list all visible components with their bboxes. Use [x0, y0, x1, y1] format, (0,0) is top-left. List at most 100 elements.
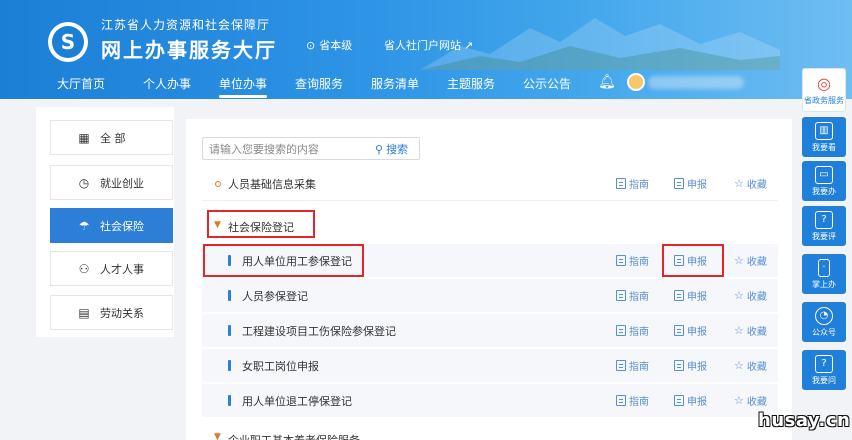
toolbar-label: 我要问: [812, 375, 836, 385]
list-item[interactable]: 用人单位退工停保登记 指南 申报 ☆ 收藏: [202, 384, 778, 418]
guide-link[interactable]: 指南: [616, 393, 649, 408]
nav-query[interactable]: 查询服务: [295, 75, 343, 92]
guide-label: 指南: [629, 257, 649, 268]
favorite-link[interactable]: ☆ 收藏: [734, 358, 767, 373]
apply-label: 申报: [687, 257, 707, 268]
list-item[interactable]: 人员基础信息采集 指南 申报 ☆ 收藏: [202, 167, 778, 201]
nav-announcements[interactable]: 公示公告: [523, 75, 571, 92]
phone-icon: ·: [818, 258, 830, 277]
avatar[interactable]: [627, 73, 645, 91]
favorite-label: 收藏: [746, 292, 767, 303]
portal-label: 省人社门户网站: [384, 39, 461, 52]
apply-label: 申报: [687, 180, 707, 191]
guide-icon: [616, 395, 626, 406]
guide-label: 指南: [629, 292, 649, 303]
category-title: 社会保险登记: [228, 221, 294, 234]
favorite-link[interactable]: ☆ 收藏: [734, 323, 767, 338]
department-name: 江苏省人力资源和社会保障厅: [101, 18, 271, 32]
favorite-label: 收藏: [746, 327, 767, 338]
category-title: 企业职工基本养老保险服务: [228, 432, 360, 440]
search-box: ⚲ 搜索: [202, 137, 420, 160]
apply-label: 申报: [687, 292, 707, 303]
apply-icon: [674, 325, 684, 336]
star-icon: ☆: [734, 289, 744, 302]
star-icon: ☆: [734, 394, 744, 407]
service-title: 人员基础信息采集: [228, 178, 316, 191]
list-item[interactable]: 女职工岗位申报 指南 申报 ☆ 收藏: [202, 349, 778, 383]
item-bar-marker: [228, 325, 231, 336]
guide-icon: [616, 325, 626, 336]
favorite-link[interactable]: ☆ 收藏: [734, 288, 767, 303]
nav-unit[interactable]: 单位办事: [219, 75, 268, 98]
site-title: 网上办事服务大厅: [101, 38, 277, 62]
category-header[interactable]: ▼ 企业职工基本养老保险服务: [202, 425, 778, 440]
toolbar-label: 我要看: [812, 142, 836, 152]
nav-topics[interactable]: 主题服务: [447, 75, 495, 92]
caret-down-icon: ▼: [214, 220, 221, 230]
watermark: husay.cn: [758, 410, 851, 431]
question-icon: ?: [815, 354, 833, 373]
apply-link[interactable]: 申报: [674, 288, 707, 303]
search-input[interactable]: [209, 141, 369, 157]
region-label: 省本级: [319, 39, 353, 52]
bell-icon[interactable]: 🔔︎: [598, 74, 616, 90]
apply-link[interactable]: 申报: [674, 253, 707, 268]
star-icon: ☆: [734, 177, 744, 190]
guide-link[interactable]: 指南: [616, 253, 649, 268]
sidebar-item-labor-relations[interactable]: ▤ 劳动关系: [50, 295, 173, 330]
rate-button[interactable]: ? 我要评: [802, 206, 846, 246]
star-icon: ☆: [734, 359, 744, 372]
list-item[interactable]: 人员参保登记 指南 申报 ☆ 收藏: [202, 279, 778, 313]
apply-link[interactable]: 申报: [674, 323, 707, 338]
logo[interactable]: S: [48, 22, 88, 62]
apply-link[interactable]: 申报: [674, 176, 707, 191]
nav-personal[interactable]: 个人办事: [143, 75, 191, 92]
region-selector[interactable]: ⊙ 省本级: [306, 37, 352, 53]
apply-label: 申报: [687, 362, 707, 373]
category-header[interactable]: ▼ 社会保险登记: [202, 210, 778, 244]
item-bar-marker: [228, 395, 231, 406]
guide-link[interactable]: 指南: [616, 358, 649, 373]
wechat-button[interactable]: ◔ 公众号: [802, 302, 846, 342]
favorite-label: 收藏: [746, 257, 767, 268]
guide-icon: [616, 290, 626, 301]
sidebar-item-employment[interactable]: ◷ 就业创业: [50, 165, 173, 200]
mobile-button[interactable]: · 掌上办: [802, 254, 846, 294]
favorite-link[interactable]: ☆ 收藏: [734, 393, 767, 408]
umbrella-icon: ☂: [78, 218, 90, 233]
guide-link[interactable]: 指南: [616, 288, 649, 303]
list-item[interactable]: 工程建设项目工伤保险参保登记 指南 申报 ☆ 收藏: [202, 314, 778, 348]
guide-link[interactable]: 指南: [616, 176, 649, 191]
grid-icon: ▦: [78, 130, 90, 145]
guide-icon: [616, 255, 626, 266]
do-button[interactable]: ▭ 我要办: [802, 161, 846, 201]
apply-link[interactable]: 申报: [674, 358, 707, 373]
apply-link[interactable]: 申报: [674, 393, 707, 408]
nav-home[interactable]: 大厅首页: [57, 75, 105, 92]
guide-link[interactable]: 指南: [616, 323, 649, 338]
view-button[interactable]: ▥ 我要看: [802, 117, 846, 157]
guide-icon: [616, 360, 626, 371]
mountain-decoration: [420, 18, 780, 70]
sidebar-item-social-insurance[interactable]: ☂ 社会保险: [50, 208, 173, 243]
favorite-label: 收藏: [746, 362, 767, 373]
guide-icon: [616, 178, 626, 189]
provincial-service-button[interactable]: ◎ 省政务服务: [802, 68, 846, 112]
apply-icon: [674, 290, 684, 301]
favorite-link[interactable]: ☆ 收藏: [734, 176, 767, 191]
toolbar-label: 省政务服务: [804, 96, 844, 105]
sidebar-item-talent[interactable]: ⚇ 人才人事: [50, 251, 173, 286]
wechat-icon: ◔: [815, 306, 833, 325]
guide-label: 指南: [629, 397, 649, 408]
search-button[interactable]: ⚲ 搜索: [375, 141, 408, 157]
list-item[interactable]: 用人单位用工参保登记 指南 申报 ☆ 收藏: [202, 244, 778, 278]
username-redacted[interactable]: [648, 76, 744, 89]
ask-button[interactable]: ? 我要问: [802, 350, 846, 390]
favorite-label: 收藏: [746, 397, 767, 408]
sidebar-item-all[interactable]: ▦ 全 部: [50, 120, 173, 155]
favorite-link[interactable]: ☆ 收藏: [734, 253, 767, 268]
item-bar-marker: [228, 290, 231, 301]
nav-service-list[interactable]: 服务清单: [371, 75, 419, 92]
guide-label: 指南: [629, 180, 649, 191]
portal-link[interactable]: 省人社门户网站 ↗: [384, 37, 473, 53]
